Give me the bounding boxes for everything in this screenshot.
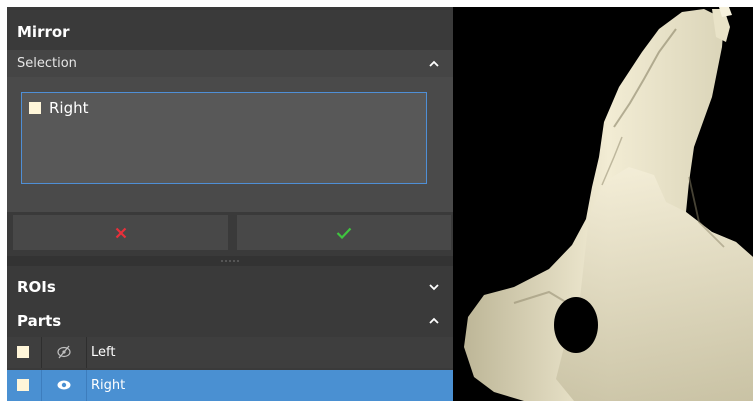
table-row[interactable]: Right — [7, 370, 453, 401]
selection-body: Right — [7, 77, 453, 212]
eye-icon — [57, 380, 71, 390]
mirror-title: Mirror — [17, 23, 70, 41]
pelvis-bone-model — [464, 7, 753, 401]
chevron-up-icon[interactable] — [427, 303, 441, 339]
app-window: Mirror Selection Right ROIs Parts Left R… — [7, 7, 753, 401]
part-name: Right — [91, 378, 126, 393]
parts-header-label: Parts — [17, 312, 62, 330]
mirror-panel: Mirror Selection Right ROIs Parts Left R… — [7, 7, 453, 401]
table-row[interactable]: Left — [7, 337, 453, 368]
rois-header-label: ROIs — [17, 278, 56, 296]
part-name: Left — [91, 345, 116, 360]
panel-splitter[interactable] — [7, 256, 453, 266]
mirror-header: Mirror — [7, 14, 453, 50]
cancel-button[interactable] — [13, 215, 228, 250]
action-buttons — [7, 215, 453, 251]
rois-section-header[interactable]: ROIs — [7, 269, 453, 305]
selection-item-label: Right — [49, 99, 89, 117]
selection-listbox[interactable]: Right — [21, 92, 427, 184]
parts-table: Left Right — [7, 337, 453, 401]
selection-section-header[interactable]: Selection — [7, 50, 453, 77]
visibility-toggle[interactable] — [42, 337, 87, 368]
row-checkbox-cell[interactable] — [7, 370, 42, 401]
x-icon — [115, 227, 126, 238]
selection-item-checkbox[interactable] — [29, 102, 41, 114]
check-icon — [336, 227, 352, 239]
chevron-up-icon[interactable] — [427, 50, 441, 77]
confirm-button[interactable] — [237, 215, 451, 250]
grip-dots-icon — [220, 260, 240, 262]
row-checkbox-cell[interactable] — [7, 337, 42, 368]
parts-section-header[interactable]: Parts — [7, 303, 453, 339]
row-checkbox[interactable] — [17, 346, 29, 358]
eye-off-icon — [57, 345, 71, 359]
3d-viewport[interactable] — [454, 7, 753, 401]
selection-list-item[interactable]: Right — [29, 98, 89, 118]
row-checkbox[interactable] — [17, 379, 29, 391]
selection-header-label: Selection — [17, 56, 77, 71]
visibility-toggle[interactable] — [42, 370, 87, 401]
chevron-down-icon[interactable] — [427, 269, 441, 305]
